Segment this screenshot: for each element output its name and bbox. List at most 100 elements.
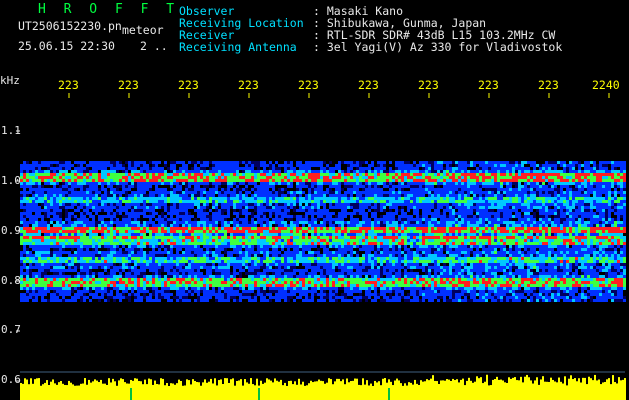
spectrogram-pixel: [368, 224, 371, 227]
spectrogram-pixel: [317, 185, 320, 188]
spectrogram-pixel: [281, 209, 284, 212]
spectrogram-pixel: [404, 173, 407, 176]
spectrogram-pixel: [476, 161, 479, 164]
spectrogram-pixel: [191, 176, 194, 179]
spectrogram-pixel: [518, 170, 521, 173]
spectrogram-pixel: [254, 170, 257, 173]
spectrogram-pixel: [80, 197, 83, 200]
spectrogram-pixel: [245, 239, 248, 242]
spectrogram-pixel: [272, 167, 275, 170]
spectrogram-pixel: [65, 212, 68, 215]
spectrogram-pixel: [287, 236, 290, 239]
spectrogram-pixel: [20, 176, 23, 179]
spectrogram-pixel: [269, 236, 272, 239]
spectrogram-pixel: [26, 185, 29, 188]
spectrogram-pixel: [227, 239, 230, 242]
spectrogram-pixel: [392, 215, 395, 218]
spectrogram-pixel: [23, 182, 26, 185]
spectrogram-pixel: [584, 170, 587, 173]
spectrogram-pixel: [131, 167, 134, 170]
spectrogram-pixel: [383, 191, 386, 194]
spectrogram-pixel: [485, 215, 488, 218]
spectrogram-pixel: [509, 182, 512, 185]
spectrogram-pixel: [350, 182, 353, 185]
spectrogram-pixel: [335, 233, 338, 236]
spectrogram-pixel: [155, 167, 158, 170]
spectrogram-pixel: [155, 200, 158, 203]
spectrogram-pixel: [566, 188, 569, 191]
spectrogram-pixel: [503, 197, 506, 200]
spectrogram-pixel: [44, 170, 47, 173]
spectrogram-pixel: [140, 203, 143, 206]
spectrogram-pixel: [368, 170, 371, 173]
spectrogram-pixel: [413, 221, 416, 224]
spectrogram-pixel: [431, 185, 434, 188]
spectrogram-pixel: [149, 188, 152, 191]
spectrogram-pixel: [500, 224, 503, 227]
spectrogram-pixel: [281, 203, 284, 206]
spectrogram-pixel: [95, 182, 98, 185]
spectrogram-pixel: [473, 200, 476, 203]
spectrogram-pixel: [395, 179, 398, 182]
spectrogram-pixel: [20, 221, 23, 224]
spectrogram-pixel: [497, 224, 500, 227]
spectrogram-pixel: [362, 167, 365, 170]
spectrogram-pixel: [44, 212, 47, 215]
spectrogram-pixel: [188, 191, 191, 194]
spectrogram-pixel: [209, 170, 212, 173]
spectrogram-pixel: [431, 224, 434, 227]
spectrogram-pixel: [134, 224, 137, 227]
spectrogram-pixel: [419, 185, 422, 188]
spectrogram-pixel: [329, 182, 332, 185]
spectrogram-pixel: [593, 164, 596, 167]
spectrogram-pixel: [182, 170, 185, 173]
spectrogram-pixel: [332, 236, 335, 239]
spectrogram-pixel: [290, 197, 293, 200]
spectrogram-pixel: [104, 230, 107, 233]
spectrogram-pixel: [566, 170, 569, 173]
spectrogram-pixel: [458, 230, 461, 233]
spectrogram-pixel: [545, 218, 548, 221]
spectrogram-pixel: [224, 215, 227, 218]
spectrogram-pixel: [197, 197, 200, 200]
spectrogram-pixel: [83, 209, 86, 212]
spectrogram-pixel: [281, 164, 284, 167]
spectrogram-pixel: [38, 167, 41, 170]
spectrogram-pixel: [455, 164, 458, 167]
spectrogram-pixel: [143, 161, 146, 164]
spectrogram-pixel: [155, 161, 158, 164]
spectrogram-pixel: [167, 239, 170, 242]
spectrogram-pixel: [398, 209, 401, 212]
spectrogram-pixel: [302, 236, 305, 239]
spectrogram-pixel: [251, 176, 254, 179]
spectrogram-pixel: [323, 218, 326, 221]
spectrogram-pixel: [128, 236, 131, 239]
spectrogram-pixel: [338, 179, 341, 182]
spectrogram-pixel: [272, 182, 275, 185]
spectrogram-pixel: [605, 200, 608, 203]
spectrogram-pixel: [179, 224, 182, 227]
spectrogram-pixel: [167, 200, 170, 203]
spectrogram-pixel: [194, 221, 197, 224]
spectrogram-pixel: [38, 215, 41, 218]
spectrogram-pixel: [404, 203, 407, 206]
spectrogram-pixel: [548, 173, 551, 176]
spectrogram-pixel: [587, 209, 590, 212]
spectrogram-pixel: [509, 227, 512, 230]
spectrogram-pixel: [572, 203, 575, 206]
spectrogram-pixel: [62, 227, 65, 230]
spectrogram-pixel: [404, 194, 407, 197]
spectrogram-pixel: [437, 161, 440, 164]
spectrogram-pixel: [137, 170, 140, 173]
spectrogram-pixel: [347, 236, 350, 239]
spectrogram-pixel: [239, 200, 242, 203]
spectrogram-pixel: [251, 206, 254, 209]
spectrogram-pixel: [503, 212, 506, 215]
spectrogram-pixel: [131, 236, 134, 239]
spectrogram-pixel: [623, 173, 626, 176]
spectrogram-pixel: [236, 215, 239, 218]
spectrogram-pixel: [131, 215, 134, 218]
spectrogram-pixel: [602, 215, 605, 218]
spectrogram-pixel: [98, 224, 101, 227]
spectrogram-pixel: [533, 161, 536, 164]
